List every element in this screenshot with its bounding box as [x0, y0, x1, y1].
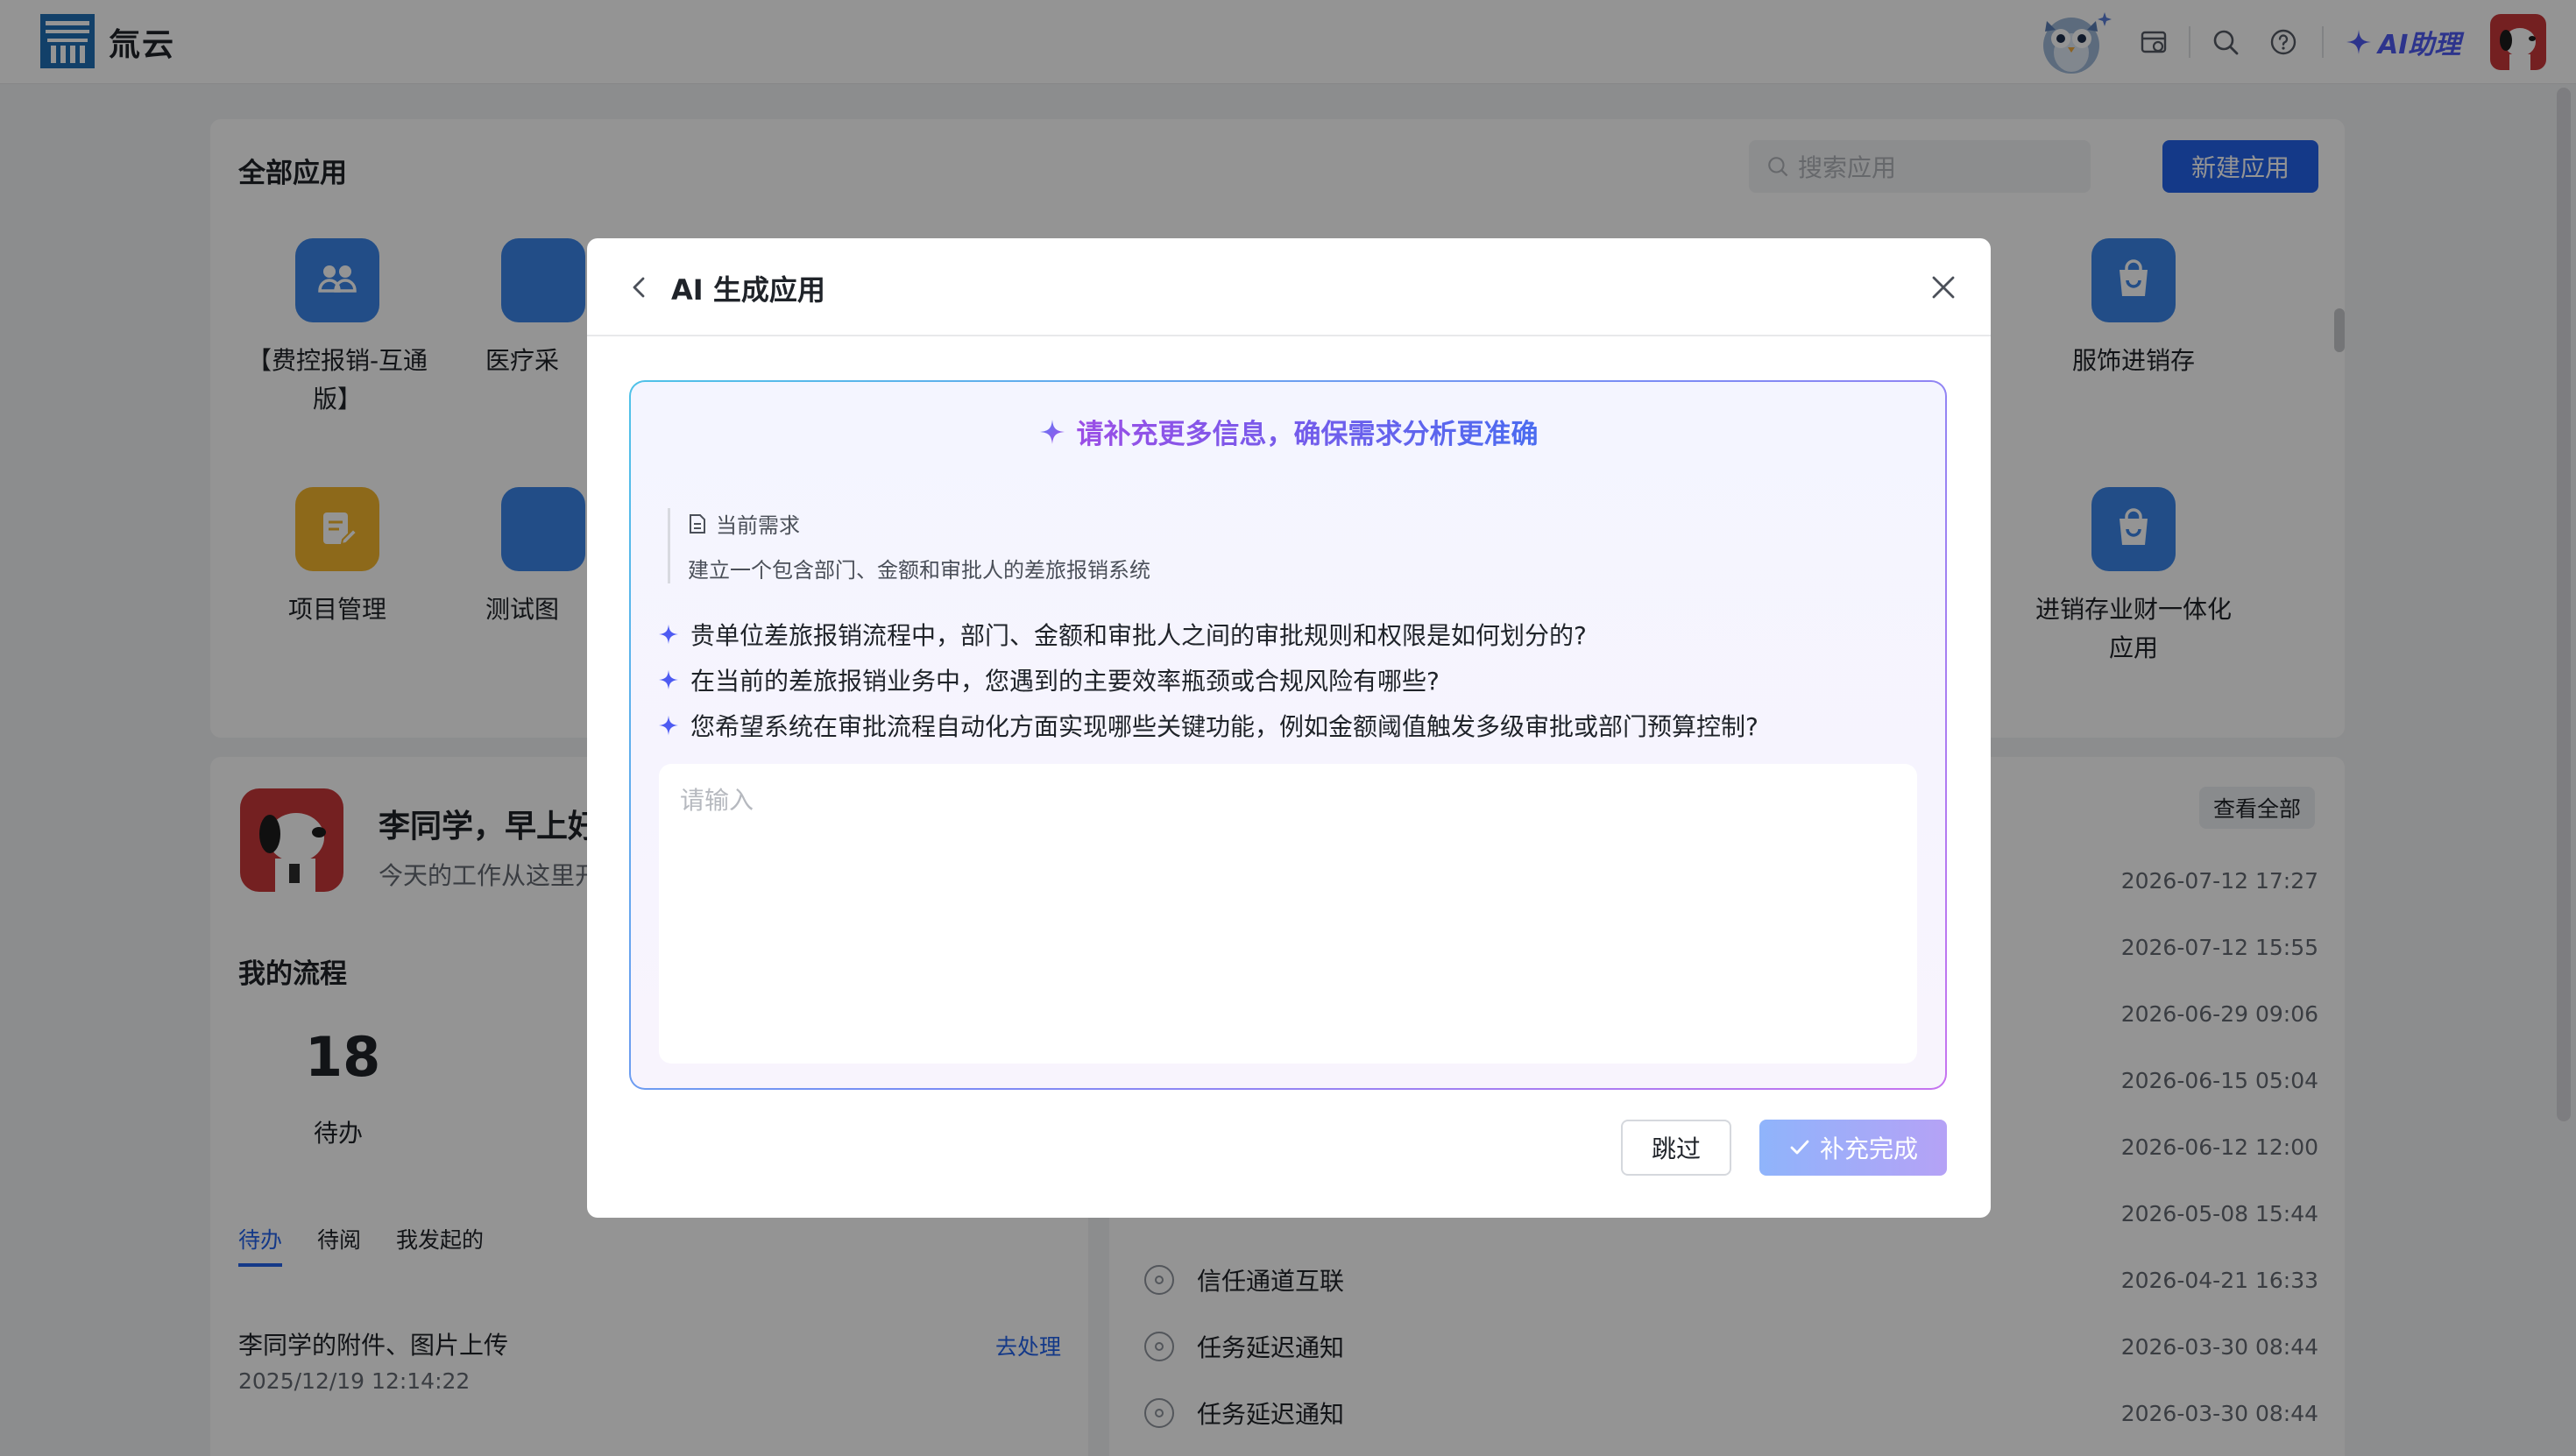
close-icon[interactable] [1924, 268, 1963, 307]
question-item: 您希望系统在审批流程自动化方面实现哪些关键功能，例如金额阈值触发多级审批或部门预… [657, 703, 1759, 748]
supplement-input[interactable] [659, 764, 1917, 1064]
document-icon [690, 513, 705, 534]
ai-clarification-box: 请补充更多信息，确保需求分析更准确 当前需求 建立一个包含部门、金额和审批人的差… [629, 380, 1947, 1090]
complete-button[interactable]: 补充完成 [1759, 1120, 1947, 1176]
current-requirement: 当前需求 建立一个包含部门、金额和审批人的差旅报销系统 [668, 508, 1150, 583]
dialog-title: AI 生成应用 [671, 273, 825, 307]
skip-button[interactable]: 跳过 [1621, 1120, 1731, 1176]
question-text: 您希望系统在审批流程自动化方面实现哪些关键功能，例如金额阈值触发多级审批或部门预… [690, 712, 1759, 741]
complete-button-label: 补充完成 [1819, 1134, 1918, 1163]
question-list: 贵单位差旅报销流程中，部门、金额和审批人之间的审批规则和权限是如何划分的? 在当… [657, 611, 1759, 748]
check-icon [1790, 1140, 1809, 1155]
sparkle-icon [658, 669, 679, 690]
back-arrow-icon[interactable] [622, 270, 657, 305]
question-text: 在当前的差旅报销业务中，您遇到的主要效率瓶颈或合规风险有哪些? [690, 667, 1440, 696]
dialog-header: AI 生成应用 [587, 238, 1991, 336]
current-requirement-text: 建立一个包含部门、金额和审批人的差旅报销系统 [688, 558, 1150, 583]
clarification-heading-text: 请补充更多信息，确保需求分析更准确 [1077, 412, 1539, 451]
clarification-heading: 请补充更多信息，确保需求分析更准确 [631, 412, 1945, 451]
question-item: 贵单位差旅报销流程中，部门、金额和审批人之间的审批规则和权限是如何划分的? [657, 611, 1759, 657]
sparkle-icon [658, 715, 679, 736]
question-text: 贵单位差旅报销流程中，部门、金额和审批人之间的审批规则和权限是如何划分的? [690, 621, 1587, 650]
question-item: 在当前的差旅报销业务中，您遇到的主要效率瓶颈或合规风险有哪些? [657, 657, 1759, 703]
ai-generate-app-dialog: AI 生成应用 请补充更多信息，确保需求分析更准确 当前需求 建立一个包含部门、… [587, 238, 1991, 1218]
current-requirement-label: 当前需求 [716, 513, 800, 538]
sparkle-icon [658, 624, 679, 645]
sparkle-icon [1039, 419, 1065, 444]
